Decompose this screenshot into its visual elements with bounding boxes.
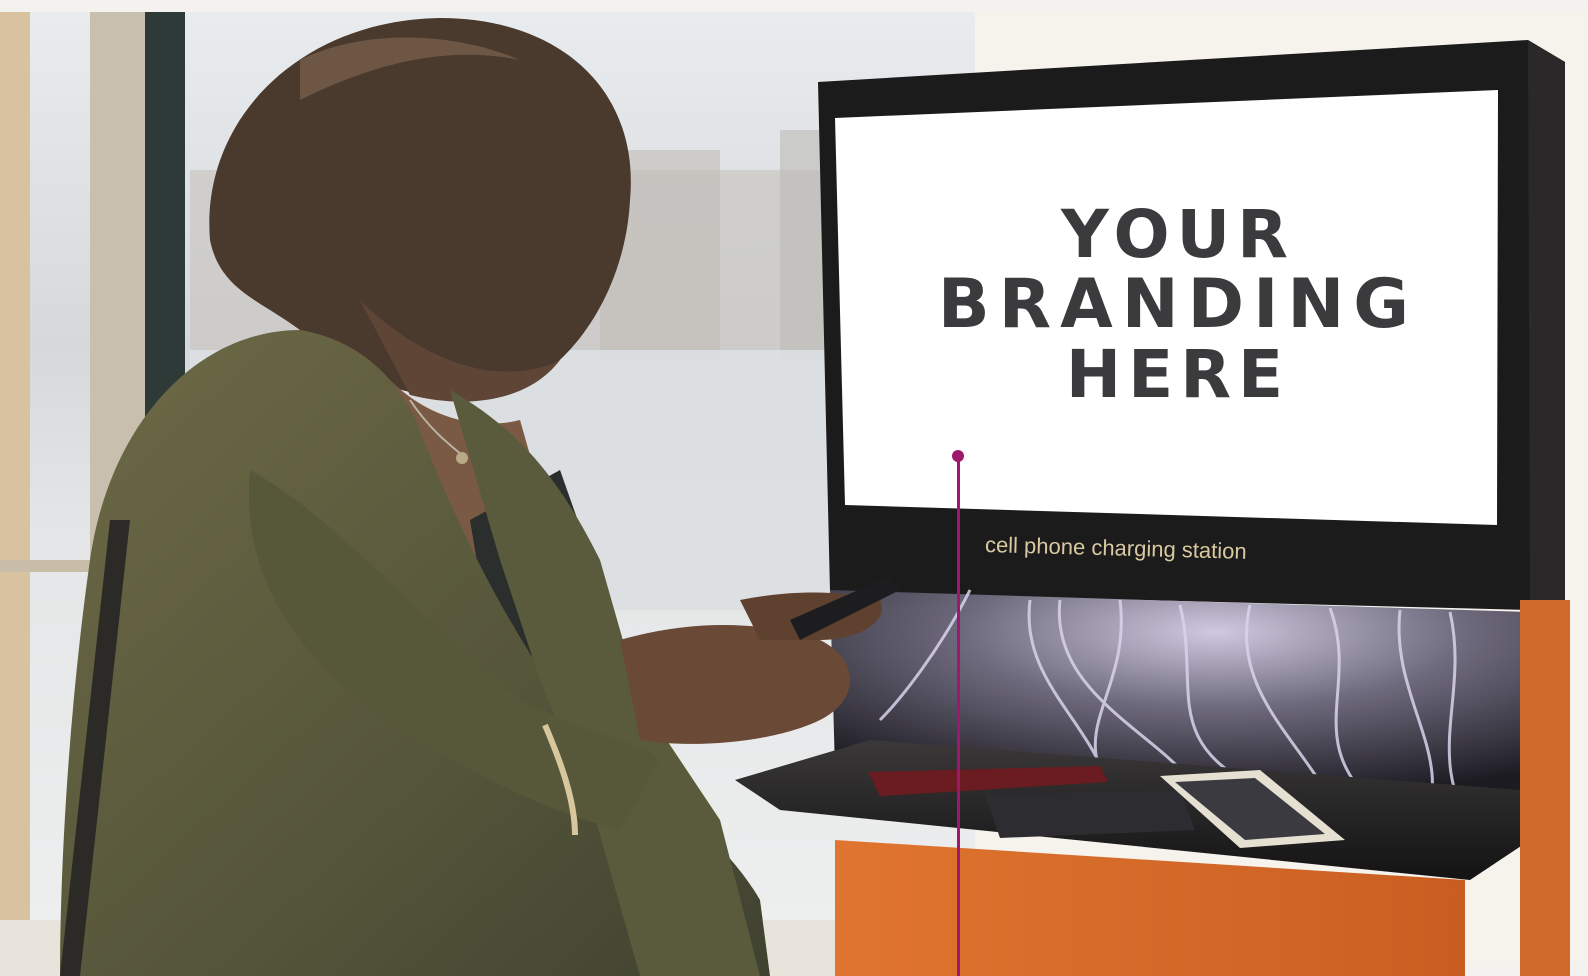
branding-line-3: HERE (1065, 336, 1291, 413)
branding-line-2: BRANDING (937, 265, 1419, 344)
photo-scene (0, 0, 1588, 976)
callout-line (957, 456, 960, 976)
scene-illustration (0, 0, 1588, 976)
branding-line-1: YOUR (1061, 196, 1295, 273)
branding-placeholder-text: YOUR BRANDING HERE (848, 200, 1508, 410)
phone-dark (985, 790, 1195, 838)
callout-dot (952, 450, 964, 462)
